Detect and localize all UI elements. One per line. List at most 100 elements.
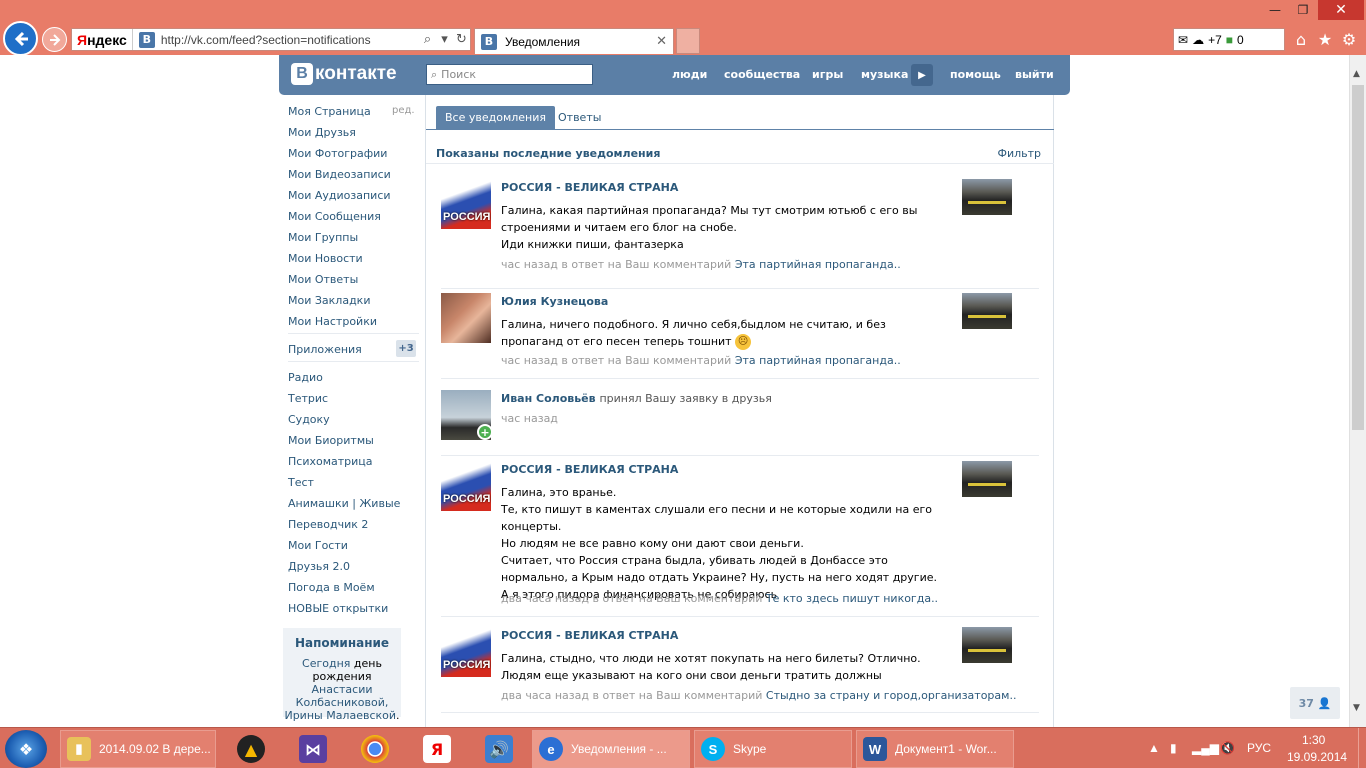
yandex-search-button[interactable]: Яндекс	[72, 29, 133, 50]
tab-answers[interactable]: Ответы	[549, 106, 610, 129]
taskbar-media-player[interactable]: ⋈	[284, 730, 342, 768]
post-thumbnail[interactable]	[962, 627, 1012, 663]
forward-button[interactable]	[42, 27, 67, 52]
menu-app-test[interactable]: Тест	[288, 476, 314, 489]
back-button[interactable]	[3, 21, 38, 56]
tab-notifications[interactable]: В Уведомления ✕	[474, 28, 674, 54]
menu-app-psychomatrix[interactable]: Психоматрица	[288, 455, 373, 468]
friend-name-link[interactable]: Иван Соловьёв	[501, 392, 596, 405]
taskbar-ie-window[interactable]: e Уведомления - ...	[532, 730, 690, 768]
taskbar-skype-window[interactable]: S Skype	[694, 730, 852, 768]
meta-comment-link[interactable]: Эта партийная пропаганда..	[735, 354, 901, 367]
reminder-today-link[interactable]: Сегодня	[302, 657, 350, 670]
dropdown-arrow-icon[interactable]: ▾	[436, 29, 453, 50]
menu-my-news[interactable]: Мои Новости	[288, 252, 363, 265]
scroll-up-icon[interactable]: ▲	[1353, 69, 1360, 79]
favorites-star-icon[interactable]: ★	[1314, 28, 1336, 50]
power-icon[interactable]: ▮	[1170, 741, 1177, 755]
nav-people[interactable]: люди	[672, 68, 707, 81]
author-link[interactable]: Юлия Кузнецова	[501, 295, 608, 308]
taskbar-yandex[interactable]: Я	[408, 730, 466, 768]
taskbar-explorer-window[interactable]: ▮ 2014.09.02 В дере...	[60, 730, 216, 768]
address-bar[interactable]: Яндекс В http://vk.com/feed?section=noti…	[71, 28, 471, 51]
search-icon[interactable]: ⌕	[419, 29, 436, 50]
menu-app-postcards[interactable]: НОВЫЕ открытки	[288, 602, 388, 615]
tab-all-notifications[interactable]: Все уведомления	[436, 106, 556, 129]
menu-app-sudoku[interactable]: Судоку	[288, 413, 330, 426]
clock-time[interactable]: 1:30	[1302, 733, 1325, 747]
author-link[interactable]: РОССИЯ - ВЕЛИКАЯ СТРАНА	[501, 629, 678, 642]
menu-app-biorhythms[interactable]: Мои Биоритмы	[288, 434, 374, 447]
refresh-icon[interactable]: ↻	[453, 29, 470, 50]
taskbar-volume-app[interactable]: 🔊	[470, 730, 528, 768]
menu-my-page[interactable]: Моя Страница	[288, 105, 371, 118]
network-signal-icon[interactable]: ▂▄▆	[1192, 741, 1219, 755]
menu-my-bookmarks[interactable]: Мои Закладки	[288, 294, 370, 307]
nav-music[interactable]: музыка	[861, 68, 908, 81]
settings-gear-icon[interactable]: ⚙	[1338, 28, 1360, 50]
page-scrollbar[interactable]: ▲ ▼	[1349, 55, 1366, 727]
weather-icon[interactable]: ☁	[1192, 33, 1204, 47]
nav-help[interactable]: помощь	[950, 68, 1001, 81]
meta-comment-link[interactable]: Эта партийная пропаганда..	[735, 258, 901, 271]
filter-link[interactable]: Фильтр	[997, 147, 1041, 160]
author-avatar[interactable]: РОССИЯ	[441, 461, 491, 511]
apps-count-badge[interactable]: +3	[396, 340, 416, 357]
reminder-names-link[interactable]: Анастасии Колбасниковой, Ирины Малаевско…	[284, 683, 396, 722]
author-avatar[interactable]: РОССИЯ	[441, 627, 491, 677]
volume-muted-icon[interactable]: 🔇	[1220, 741, 1235, 755]
menu-my-messages[interactable]: Мои Сообщения	[288, 210, 381, 223]
home-icon[interactable]: ⌂	[1290, 28, 1312, 50]
online-friends-counter[interactable]: 37 👤	[1290, 687, 1340, 719]
start-button[interactable]: ❖	[5, 730, 47, 768]
music-play-icon[interactable]: ▶	[911, 64, 933, 86]
scroll-thumb[interactable]	[1352, 85, 1364, 430]
author-link[interactable]: РОССИЯ - ВЕЛИКАЯ СТРАНА	[501, 463, 678, 476]
meta-comment-link[interactable]: Стыдно за страну и город,организаторам..	[766, 689, 1017, 702]
taskbar-chrome[interactable]	[346, 730, 404, 768]
post-thumbnail[interactable]	[962, 179, 1012, 215]
vk-search-input[interactable]: ⌕ Поиск	[426, 64, 593, 85]
menu-my-friends[interactable]: Мои Друзья	[288, 126, 356, 139]
menu-my-settings[interactable]: Мои Настройки	[288, 315, 377, 328]
author-avatar[interactable]: РОССИЯ	[441, 179, 491, 229]
menu-app-tetris[interactable]: Тетрис	[288, 392, 328, 405]
nav-logout[interactable]: выйти	[1015, 68, 1054, 81]
language-indicator[interactable]: РУС	[1247, 741, 1271, 755]
mail-icon[interactable]: ✉	[1178, 33, 1188, 47]
menu-my-videos[interactable]: Мои Видеозаписи	[288, 168, 391, 181]
menu-app-animations[interactable]: Анимашки | Живые	[288, 497, 400, 510]
taskbar-word-window[interactable]: W Документ1 - Wor...	[856, 730, 1014, 768]
tray-expand-icon[interactable]: ▲	[1148, 741, 1160, 755]
nav-communities[interactable]: сообщества	[724, 68, 800, 81]
menu-edit-link[interactable]: ред.	[392, 105, 415, 116]
close-window-icon[interactable]: ✕	[1318, 0, 1364, 20]
vk-logo[interactable]: В контакте	[291, 63, 397, 85]
show-desktop-button[interactable]	[1358, 728, 1366, 768]
menu-my-groups[interactable]: Мои Группы	[288, 231, 358, 244]
url-text[interactable]: http://vk.com/feed?section=notifications	[161, 33, 419, 47]
close-tab-icon[interactable]: ✕	[656, 34, 667, 49]
menu-my-photos[interactable]: Мои Фотографии	[288, 147, 387, 160]
meta-comment-link[interactable]: Те кто здесь пишут никогда..	[766, 592, 938, 605]
menu-app-radio[interactable]: Радио	[288, 371, 323, 384]
menu-app-friends2[interactable]: Друзья 2.0	[288, 560, 350, 573]
clock-date[interactable]: 19.09.2014	[1287, 750, 1347, 764]
counter-icon[interactable]: ■	[1226, 33, 1233, 47]
menu-app-weather[interactable]: Погода в Моём	[288, 581, 375, 594]
scroll-down-icon[interactable]: ▼	[1353, 703, 1360, 713]
new-tab-button[interactable]	[676, 28, 700, 54]
maximize-icon[interactable]: ❐	[1290, 0, 1316, 20]
taskbar-aimp[interactable]: ▲	[222, 730, 280, 768]
menu-my-answers[interactable]: Мои Ответы	[288, 273, 358, 286]
menu-app-translator[interactable]: Переводчик 2	[288, 518, 368, 531]
author-link[interactable]: РОССИЯ - ВЕЛИКАЯ СТРАНА	[501, 181, 678, 194]
author-avatar[interactable]	[441, 293, 491, 343]
minimize-icon[interactable]: —	[1262, 0, 1288, 20]
nav-games[interactable]: игры	[812, 68, 843, 81]
post-thumbnail[interactable]	[962, 461, 1012, 497]
menu-app-guests[interactable]: Мои Гости	[288, 539, 348, 552]
menu-my-audio[interactable]: Мои Аудиозаписи	[288, 189, 391, 202]
post-thumbnail[interactable]	[962, 293, 1012, 329]
menu-apps[interactable]: Приложения	[288, 343, 362, 356]
